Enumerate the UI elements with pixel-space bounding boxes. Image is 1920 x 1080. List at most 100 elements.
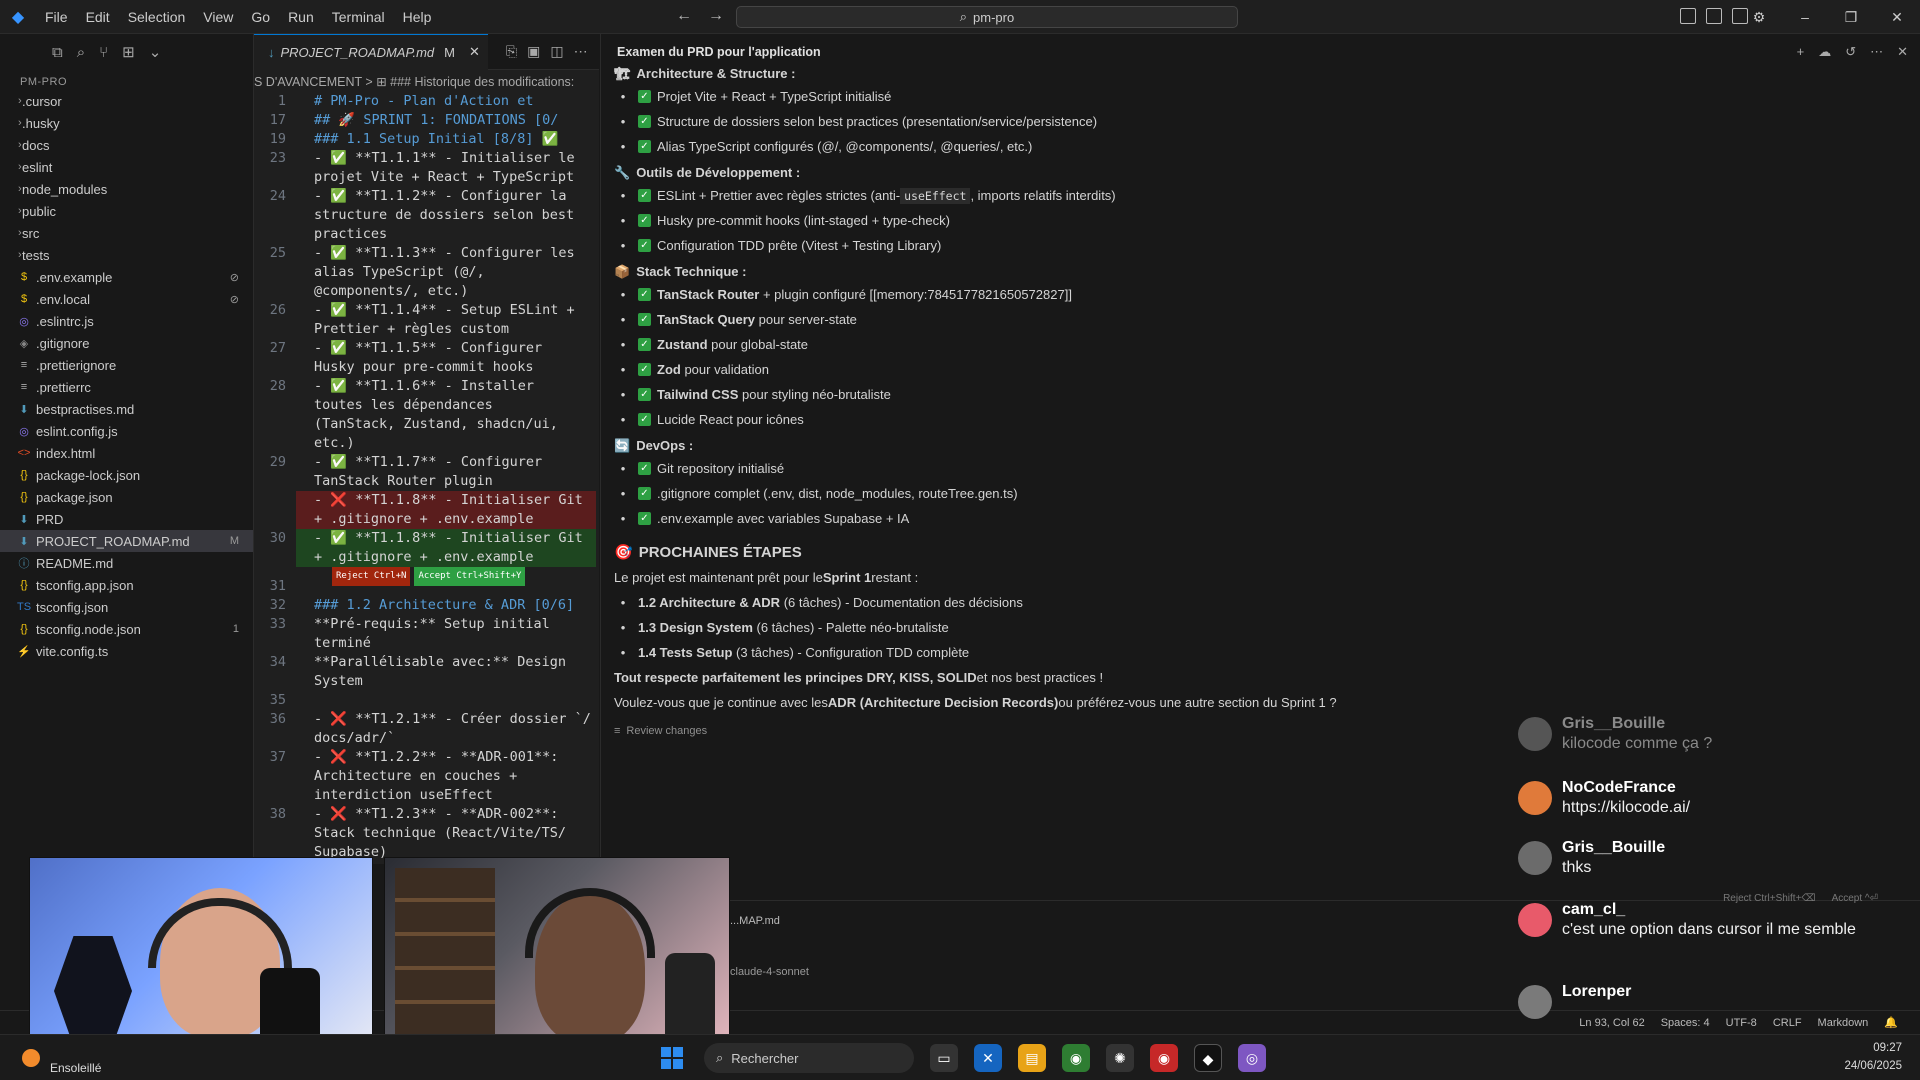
- extensions-icon[interactable]: ⊞: [122, 43, 135, 61]
- xbox-app-icon[interactable]: ✕: [974, 1044, 1002, 1072]
- file-item[interactable]: ◎ .eslintrc.js: [0, 310, 253, 332]
- menu-selection[interactable]: Selection: [119, 9, 195, 25]
- stream-chat-message: Gris__Bouille kilocode comme ça ?: [1518, 715, 1882, 754]
- chatgpt-icon[interactable]: ✺: [1106, 1044, 1134, 1072]
- file-item[interactable]: ⚡ vite.config.ts: [0, 640, 253, 662]
- forward-arrow-icon[interactable]: →: [708, 7, 724, 25]
- task-view-icon[interactable]: ▭: [930, 1044, 958, 1072]
- file-item[interactable]: {} tsconfig.app.json: [0, 574, 253, 596]
- windows-start-icon[interactable]: [661, 1047, 683, 1069]
- folder-item[interactable]: › src: [0, 222, 253, 244]
- file-name: src: [22, 225, 40, 241]
- cloud-icon[interactable]: ☁: [1818, 44, 1831, 60]
- open-changes-icon[interactable]: ⎘: [506, 43, 517, 60]
- file-item[interactable]: ⬇ bestpractises.md: [0, 398, 253, 420]
- folder-item[interactable]: › node_modules: [0, 178, 253, 200]
- explorer-files-icon[interactable]: ⧉: [52, 44, 63, 61]
- model-selector[interactable]: claude-4-sonnet: [730, 966, 809, 978]
- breadcrumb[interactable]: S D'AVANCEMENT > ⊞ ### Historique des mo…: [254, 70, 599, 92]
- folder-item[interactable]: › .husky: [0, 112, 253, 134]
- menu-file[interactable]: File: [36, 9, 77, 25]
- explorer-root-title[interactable]: PM-PRO: [0, 70, 253, 90]
- file-item[interactable]: $ .env.example ⊘: [0, 266, 253, 288]
- file-item[interactable]: ◈ .gitignore: [0, 332, 253, 354]
- close-tab-icon[interactable]: ✕: [469, 44, 480, 60]
- restore-icon[interactable]: ❐: [1828, 9, 1874, 26]
- next-step-text: 1.4 Tests Setup (3 tâches) - Configurati…: [638, 645, 970, 660]
- search-icon[interactable]: ⌕: [77, 44, 85, 61]
- history-icon[interactable]: ↺: [1845, 44, 1856, 60]
- file-item[interactable]: ⬇ PROJECT_ROADMAP.md M: [0, 530, 253, 552]
- folder-item[interactable]: › .cursor: [0, 90, 253, 112]
- list-item: • ✓ TanStack Query pour server-state: [620, 312, 857, 327]
- line-text: @components/, etc.): [314, 283, 469, 299]
- menu-run[interactable]: Run: [279, 9, 323, 25]
- json-file-icon: {}: [20, 469, 28, 481]
- split-editor-icon[interactable]: ◫: [550, 43, 563, 60]
- folder-item[interactable]: › eslint: [0, 156, 253, 178]
- file-item[interactable]: $ .env.local ⊘: [0, 288, 253, 310]
- close-panel-icon[interactable]: ✕: [1897, 44, 1908, 60]
- preview-icon[interactable]: ▣: [527, 43, 540, 60]
- system-clock[interactable]: 09:27 24/06/2025: [1844, 1039, 1902, 1075]
- file-item[interactable]: <> index.html: [0, 442, 253, 464]
- file-status-badge: ⊘: [229, 293, 239, 306]
- more-icon[interactable]: ⋯: [1870, 44, 1883, 60]
- folder-item[interactable]: › docs: [0, 134, 253, 156]
- vite-file-icon: ⚡: [17, 645, 31, 658]
- file-item[interactable]: TS tsconfig.json: [0, 596, 253, 618]
- code-line: Prettier + règles custom: [254, 320, 599, 339]
- command-center-search[interactable]: ⌕ pm-pro: [736, 6, 1238, 28]
- line-text: - ✅ **T1.1.3** - Configurer les: [314, 245, 575, 261]
- file-item[interactable]: {} package.json: [0, 486, 253, 508]
- close-window-icon[interactable]: ✕: [1874, 9, 1920, 26]
- review-changes-button[interactable]: ≡ Review changes: [614, 721, 1374, 741]
- chrome-icon[interactable]: ◉: [1062, 1044, 1090, 1072]
- toggle-panel-icon[interactable]: [1706, 8, 1722, 24]
- list-item-text: Lucide React pour icônes: [657, 412, 804, 427]
- chevron-down-icon[interactable]: ⌄: [149, 43, 162, 61]
- file-item[interactable]: ⓘ README.md: [0, 552, 253, 574]
- stream-chat-message: NoCodeFrance https://kilocode.ai/: [1518, 779, 1882, 818]
- menu-go[interactable]: Go: [242, 9, 279, 25]
- cursor-app-icon[interactable]: ◆: [1194, 1044, 1222, 1072]
- source-control-icon[interactable]: ⑂: [99, 44, 108, 61]
- line-number: [254, 358, 296, 377]
- file-item[interactable]: {} tsconfig.node.json 1: [0, 618, 253, 640]
- menu-edit[interactable]: Edit: [77, 9, 119, 25]
- obs-app-icon[interactable]: ◎: [1238, 1044, 1266, 1072]
- new-chat-icon[interactable]: +: [1797, 44, 1805, 60]
- file-item[interactable]: ⬇ PRD: [0, 508, 253, 530]
- file-item[interactable]: ◎ eslint.config.js: [0, 420, 253, 442]
- file-item[interactable]: ≡ .prettierrc: [0, 376, 253, 398]
- menu-terminal[interactable]: Terminal: [323, 9, 394, 25]
- file-name: node_modules: [22, 181, 108, 197]
- menu-view[interactable]: View: [194, 9, 242, 25]
- line-text: - ❌ **T1.1.8** - Initialiser Git: [296, 491, 596, 510]
- weather-sun-icon: [22, 1049, 40, 1067]
- taskbar-search[interactable]: ⌕ Rechercher: [704, 1043, 914, 1073]
- tab-project-roadmap[interactable]: ↓ PROJECT_ROADMAP.md M ✕: [254, 33, 488, 70]
- context-file-chip[interactable]: ...MAP.md: [730, 915, 780, 927]
- menu-help[interactable]: Help: [394, 9, 441, 25]
- more-actions-icon[interactable]: ⋯: [574, 43, 588, 60]
- file-item[interactable]: ≡ .prettierignore: [0, 354, 253, 376]
- file-explorer-icon[interactable]: ▤: [1018, 1044, 1046, 1072]
- webcam-right: [384, 857, 730, 1051]
- weather-text[interactable]: Ensoleillé: [50, 1061, 101, 1075]
- line-number: [254, 320, 296, 339]
- back-arrow-icon[interactable]: ←: [676, 7, 692, 25]
- file-item[interactable]: {} package-lock.json: [0, 464, 253, 486]
- code-line: 36 - ❌ **T1.2.1** - Créer dossier `/: [254, 710, 599, 729]
- minimize-icon[interactable]: –: [1782, 9, 1828, 25]
- code-view[interactable]: 1 # PM-Pro - Plan d'Action et 17 ## 🚀 SPRIN…: [254, 92, 599, 862]
- chrome-icon[interactable]: ◉: [1150, 1044, 1178, 1072]
- toggle-sidebar-icon[interactable]: [1680, 8, 1696, 24]
- lines-file-icon: ≡: [20, 381, 28, 393]
- taskbar-search-placeholder: Rechercher: [731, 1050, 799, 1066]
- folder-item[interactable]: › public: [0, 200, 253, 222]
- list-item: • ✓ .env.example avec variables Supabase +…: [620, 511, 910, 526]
- settings-gear-icon[interactable]: ⚙: [1736, 9, 1782, 26]
- folder-item[interactable]: › tests: [0, 244, 253, 266]
- line-text: + .gitignore + .env.example: [296, 548, 596, 567]
